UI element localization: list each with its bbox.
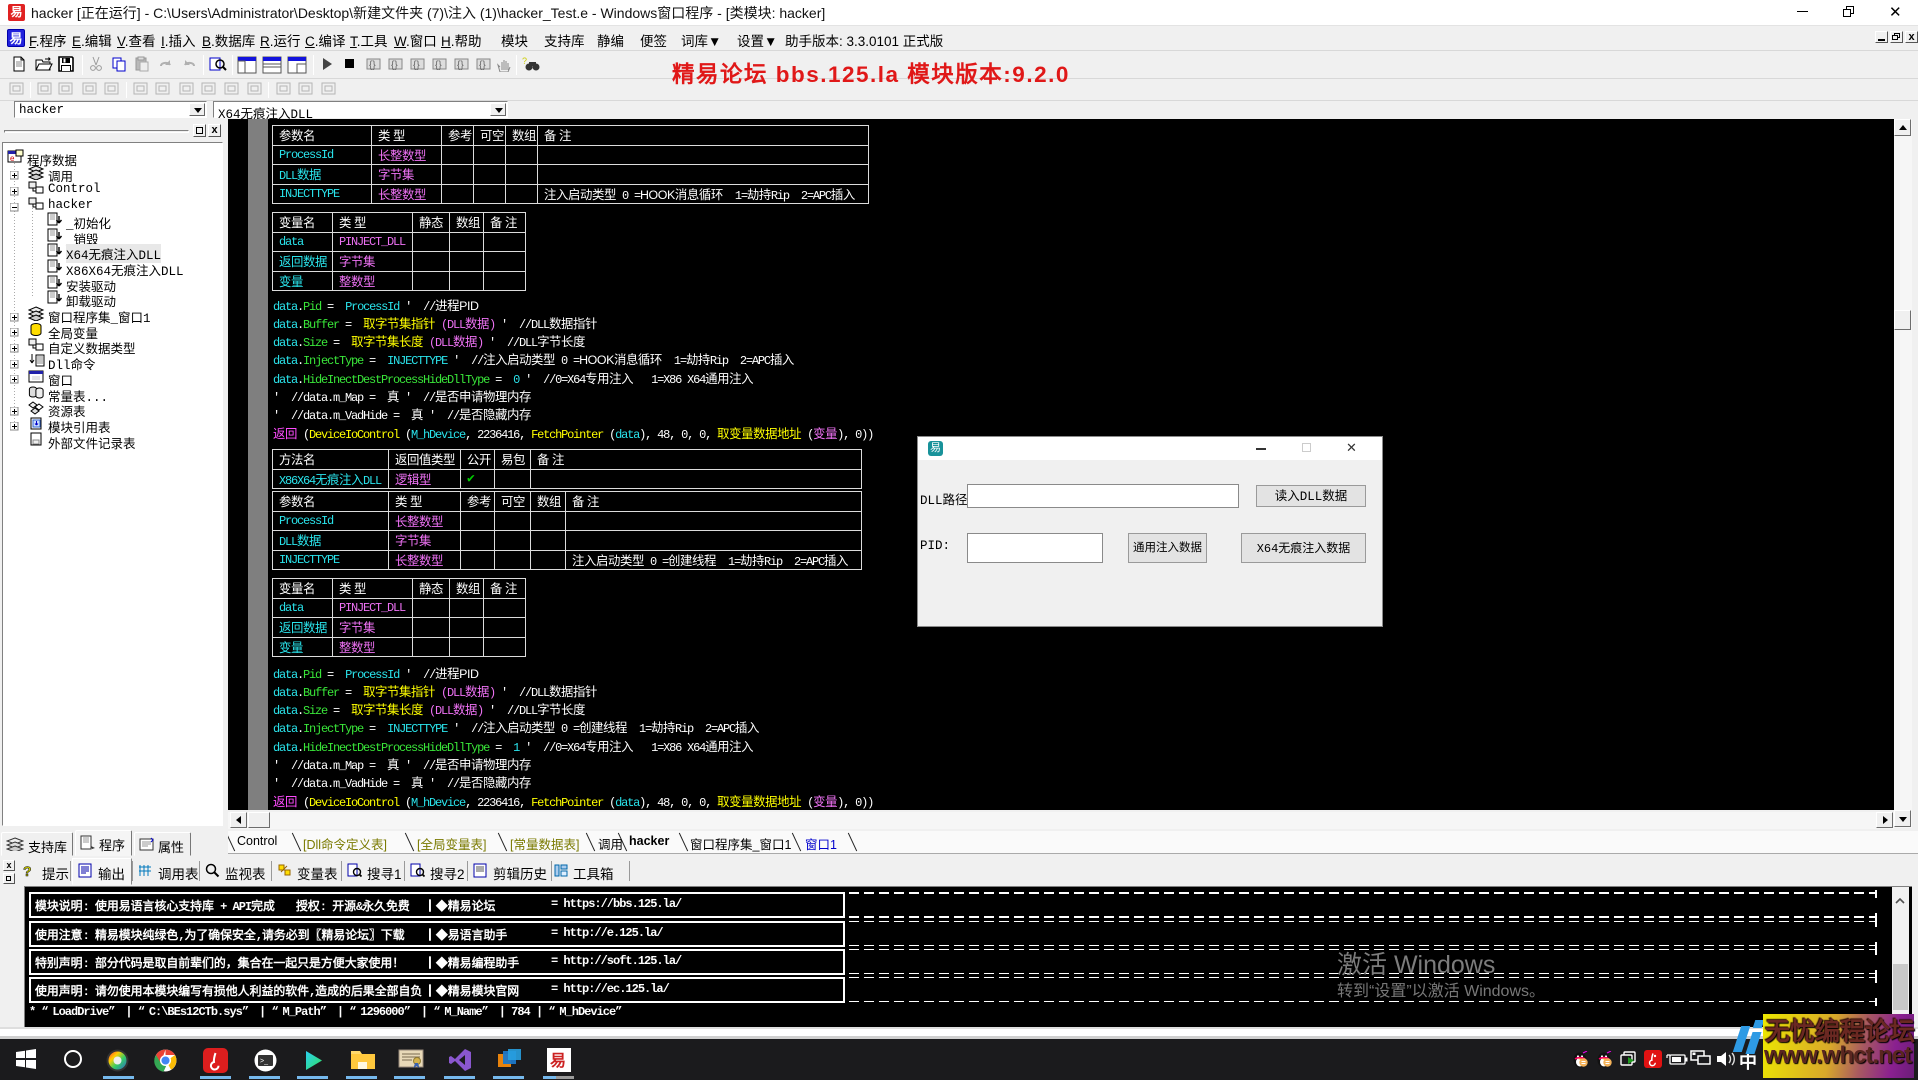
svg-text:?: ? xyxy=(23,863,32,879)
svg-text:{}: {} xyxy=(391,60,398,71)
svg-text:{}: {} xyxy=(457,60,464,71)
svg-text:{}: {} xyxy=(435,60,442,71)
svg-text:{}: {} xyxy=(369,60,376,71)
svg-text:>_: >_ xyxy=(260,1058,268,1065)
svg-text:{}: {} xyxy=(479,60,486,71)
svg-text:e: e xyxy=(10,154,15,163)
svg-text:?: ? xyxy=(522,56,527,66)
svg-text:{}: {} xyxy=(413,60,420,71)
svg-text:易: 易 xyxy=(550,1052,566,1070)
